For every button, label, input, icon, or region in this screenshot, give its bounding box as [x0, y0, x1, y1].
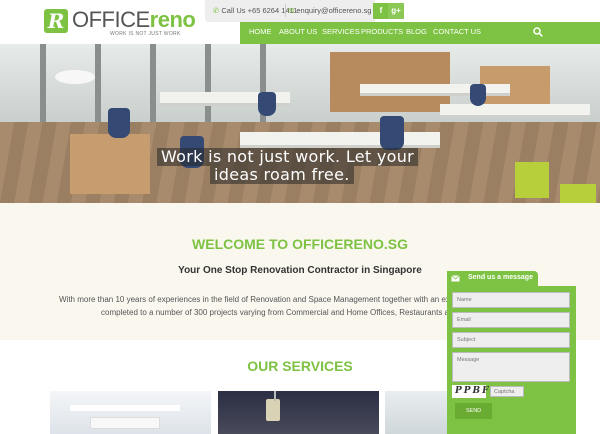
nav-products[interactable]: PRODUCTS — [361, 27, 403, 36]
hero-chair — [258, 92, 276, 116]
nav-about-us[interactable]: ABOUT US — [279, 27, 317, 36]
hero-caption-line-1: Work is not just work. Let your — [157, 148, 419, 166]
name-field[interactable]: Name — [452, 292, 570, 308]
captcha-input[interactable]: Captcha — [490, 386, 524, 397]
message-field[interactable]: Message — [452, 352, 570, 382]
hero-green-chair — [560, 184, 596, 203]
site-logo[interactable]: R OFFICEreno WORK IS NOT JUST WORK — [44, 7, 196, 37]
captcha-image: PPBF — [452, 385, 489, 398]
phone-icon: ✆ — [213, 6, 220, 15]
service-image-detail — [90, 417, 160, 429]
email-text: enquiry@officereno.sg — [296, 6, 372, 15]
hero-desk — [360, 84, 510, 96]
hero-window-frame — [40, 44, 46, 122]
page: R OFFICEreno WORK IS NOT JUST WORK ✆ Cal… — [0, 0, 600, 434]
contact-widget: Send us a message Name Email Subject Mes… — [447, 271, 600, 434]
subject-field[interactable]: Subject — [452, 332, 570, 348]
hero-green-chair — [515, 162, 549, 198]
hero-desk — [240, 132, 440, 148]
hero-window-frame — [150, 44, 156, 122]
service-image-detail — [70, 405, 180, 411]
service-image-detail — [266, 399, 280, 421]
logo-wordmark: OFFICEreno — [72, 7, 196, 33]
hero-window-frame — [95, 44, 101, 122]
hero-caption-line-2: ideas roam free. — [210, 166, 354, 184]
logo-word-office: OFFICE — [72, 7, 150, 32]
google-plus-icon[interactable]: g+ — [388, 3, 404, 19]
welcome-paragraph-line-1: With more than 10 years of experiences i… — [59, 295, 453, 304]
welcome-paragraph-line-2: completed to a number of 300 projects va… — [101, 308, 450, 317]
hero-desk — [440, 104, 590, 118]
hero-chair — [380, 116, 404, 150]
hero-caption: Work is not just work. Let your ideas ro… — [157, 148, 447, 184]
facebook-icon[interactable]: f — [373, 3, 389, 19]
nav-services[interactable]: SERVICES — [322, 27, 360, 36]
contact-form: Name Email Subject Message PPBF Captcha … — [447, 286, 576, 434]
hero-chair — [108, 108, 130, 138]
logo-word-reno: reno — [149, 7, 196, 32]
topbar-divider — [285, 4, 286, 17]
main-nav: HOME ABOUT US SERVICES PRODUCTS BLOG CON… — [240, 22, 600, 44]
logo-tagline: WORK IS NOT JUST WORK — [110, 31, 181, 37]
contact-topbar: ✆ Call Us +65 6264 1411 ✉ enquiry@office… — [205, 0, 375, 22]
nav-contact-us[interactable]: CONTACT US — [433, 27, 481, 36]
welcome-title: WELCOME TO OFFICERENO.SG — [192, 236, 408, 252]
hero-wood-panel — [70, 134, 150, 194]
mail-icon: ✉ — [288, 6, 295, 15]
contact-widget-title: Send us a message — [468, 274, 533, 281]
service-image-detail — [274, 391, 276, 401]
hero-lamp — [55, 70, 95, 84]
service-card-image[interactable] — [50, 391, 211, 434]
nav-home[interactable]: HOME — [249, 27, 272, 36]
hero-wood-panel — [330, 52, 450, 112]
logo-mark-icon: R — [44, 9, 68, 33]
email-field[interactable]: Email — [452, 312, 570, 328]
search-icon[interactable] — [533, 27, 543, 37]
hero-chair — [470, 84, 486, 106]
hero-window-frame — [205, 44, 211, 122]
nav-blog[interactable]: BLOG — [406, 27, 427, 36]
mail-icon — [451, 275, 460, 282]
contact-widget-tab[interactable]: Send us a message — [447, 271, 538, 286]
service-card-image[interactable] — [385, 391, 447, 434]
send-button[interactable]: SEND — [455, 403, 492, 419]
service-card-image[interactable] — [218, 391, 379, 434]
site-header: R OFFICEreno WORK IS NOT JUST WORK ✆ Cal… — [0, 0, 600, 44]
email-contact[interactable]: ✉ enquiry@officereno.sg — [288, 6, 371, 15]
hero-banner: Work is not just work. Let your ideas ro… — [0, 44, 600, 203]
